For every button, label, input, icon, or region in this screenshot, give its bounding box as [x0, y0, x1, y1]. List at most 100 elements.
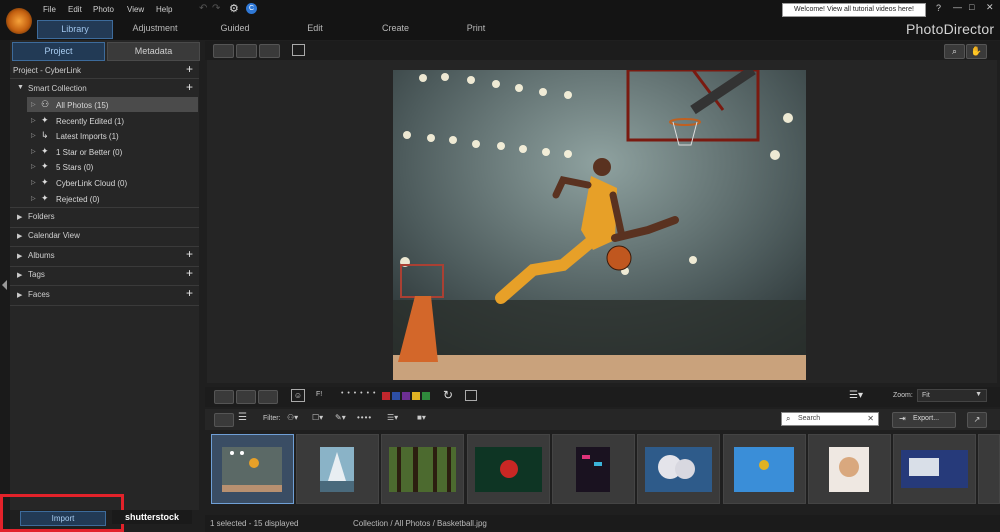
- menu-edit[interactable]: Edit: [68, 5, 82, 14]
- thumbnail-6[interactable]: [637, 434, 720, 504]
- sort-menu-icon[interactable]: ☰▾: [849, 390, 863, 401]
- add-project-icon[interactable]: +: [186, 62, 193, 76]
- tree-arrow-icon[interactable]: ▷: [31, 195, 36, 202]
- zoom-tool-icon[interactable]: ⌕: [944, 44, 965, 59]
- undo-icon[interactable]: ↶: [199, 3, 207, 14]
- add-album-icon[interactable]: +: [186, 247, 193, 261]
- shutterstock-button[interactable]: shutterstock: [112, 510, 192, 524]
- search-icon: ⌕: [786, 414, 791, 423]
- thumb-sailing-ship: [320, 447, 354, 492]
- single-layout-icon[interactable]: [214, 390, 234, 404]
- smart-item-recently-edited[interactable]: Recently Edited (1): [56, 117, 124, 126]
- thumbnail-partial[interactable]: [978, 434, 1000, 504]
- crop-compare-icon[interactable]: [465, 390, 477, 401]
- tab-library[interactable]: Library: [37, 20, 113, 39]
- smart-item-all-photos[interactable]: All Photos (15): [56, 101, 108, 110]
- add-tag-icon[interactable]: +: [186, 266, 193, 280]
- search-input[interactable]: ⌕ Search ✕: [781, 412, 879, 426]
- tree-arrow-icon[interactable]: ▷: [31, 179, 36, 186]
- section-folders[interactable]: Folders: [28, 212, 213, 221]
- tab-create[interactable]: Create: [368, 20, 423, 37]
- minimize-icon[interactable]: —: [953, 2, 962, 12]
- second-display-icon[interactable]: [292, 44, 305, 56]
- smart-item-latest-imports[interactable]: Latest Imports (1): [56, 132, 119, 141]
- single-view-icon[interactable]: [236, 44, 257, 58]
- people-filter-icon[interactable]: ⚇▾: [287, 413, 298, 422]
- maximize-icon[interactable]: □: [969, 2, 974, 12]
- flag-icon[interactable]: F!: [316, 391, 322, 398]
- dual-layout-icon[interactable]: [236, 390, 256, 404]
- menu-photo[interactable]: Photo: [93, 5, 114, 14]
- tab-project[interactable]: Project: [12, 42, 105, 61]
- rotate-icon[interactable]: ↻: [443, 388, 453, 402]
- redo-icon[interactable]: ↷: [212, 3, 220, 14]
- color-label-purple[interactable]: [402, 392, 410, 400]
- tab-guided[interactable]: Guided: [205, 20, 265, 37]
- hand-tool-icon[interactable]: ✋: [966, 44, 987, 59]
- color-label-blue[interactable]: [392, 392, 400, 400]
- tree-arrow-icon[interactable]: ▷: [31, 148, 36, 155]
- settings-gear-icon[interactable]: ⚙: [229, 2, 239, 15]
- compare-view-icon[interactable]: [213, 44, 234, 58]
- edit-filter-icon[interactable]: ✎▾: [335, 413, 346, 422]
- add-smart-collection-icon[interactable]: +: [186, 80, 193, 94]
- tab-edit[interactable]: Edit: [290, 20, 340, 37]
- main-photo[interactable]: [393, 70, 806, 380]
- smart-item-1-star[interactable]: 1 Star or Better (0): [56, 148, 122, 157]
- import-button[interactable]: Import: [20, 511, 106, 526]
- share-icon[interactable]: ↗: [967, 412, 987, 428]
- zoom-select[interactable]: Fit ▼: [917, 389, 987, 402]
- star-rating-dots[interactable]: • • • • • •: [341, 390, 376, 397]
- rating-filter-icon[interactable]: ••••: [357, 413, 372, 422]
- tree-arrow-icon[interactable]: ▷: [31, 132, 36, 139]
- thumbnail-7[interactable]: [723, 434, 806, 504]
- export-button[interactable]: ⇥ Export...: [892, 412, 956, 428]
- flag-filter-icon[interactable]: ☐▾: [312, 413, 323, 422]
- expand-arrow-icon[interactable]: ▶: [17, 291, 22, 299]
- filmstrip-view-icon[interactable]: [214, 413, 234, 427]
- tutorial-notice[interactable]: Welcome! View all tutorial videos here!: [782, 3, 926, 17]
- label-filter-icon[interactable]: ■▾: [417, 413, 426, 422]
- face-tag-icon[interactable]: ☺: [291, 389, 305, 402]
- tab-adjustment[interactable]: Adjustment: [120, 20, 190, 37]
- expand-arrow-icon[interactable]: ▶: [17, 213, 22, 221]
- menu-help[interactable]: Help: [156, 5, 172, 14]
- thumbnail-9[interactable]: [893, 434, 976, 504]
- smart-item-cyberlink-cloud[interactable]: CyberLink Cloud (0): [56, 179, 127, 188]
- collapse-panel-icon[interactable]: [2, 280, 7, 290]
- expand-arrow-icon[interactable]: ▶: [17, 252, 22, 260]
- tree-arrow-icon[interactable]: ▷: [31, 117, 36, 124]
- expand-arrow-icon[interactable]: ▼: [17, 84, 24, 91]
- thumbnail-8[interactable]: [808, 434, 891, 504]
- clear-search-icon[interactable]: ✕: [867, 414, 874, 423]
- sort-filter-icon[interactable]: ☰▾: [387, 413, 398, 422]
- list-view-icon[interactable]: ☰: [238, 412, 247, 423]
- color-label-yellow[interactable]: [412, 392, 420, 400]
- grid-view-icon[interactable]: [259, 44, 280, 58]
- thumbnail-3[interactable]: [381, 434, 464, 504]
- smart-item-rejected[interactable]: Rejected (0): [56, 195, 100, 204]
- tree-arrow-icon[interactable]: ▷: [31, 101, 36, 108]
- section-calendar-view[interactable]: Calendar View: [28, 231, 213, 240]
- thumbnail-2[interactable]: [296, 434, 379, 504]
- thumbnail-5[interactable]: [552, 434, 635, 504]
- help-icon[interactable]: ?: [936, 3, 941, 13]
- project-header: Project - CyberLink: [13, 66, 82, 75]
- color-label-green[interactable]: [422, 392, 430, 400]
- tab-print[interactable]: Print: [452, 20, 500, 37]
- menu-view[interactable]: View: [127, 5, 144, 14]
- thumbnail-4[interactable]: [467, 434, 550, 504]
- thumbnail-1[interactable]: [211, 434, 294, 504]
- divider: [10, 305, 199, 306]
- expand-arrow-icon[interactable]: ▶: [17, 271, 22, 279]
- color-label-red[interactable]: [382, 392, 390, 400]
- close-icon[interactable]: ✕: [986, 2, 994, 13]
- expand-arrow-icon[interactable]: ▶: [17, 232, 22, 240]
- smart-item-5-stars[interactable]: 5 Stars (0): [56, 163, 93, 172]
- add-face-icon[interactable]: +: [186, 286, 193, 300]
- tab-metadata[interactable]: Metadata: [107, 42, 200, 61]
- account-icon[interactable]: C: [246, 3, 257, 14]
- tree-arrow-icon[interactable]: ▷: [31, 163, 36, 170]
- menu-file[interactable]: File: [43, 5, 56, 14]
- multi-layout-icon[interactable]: [258, 390, 278, 404]
